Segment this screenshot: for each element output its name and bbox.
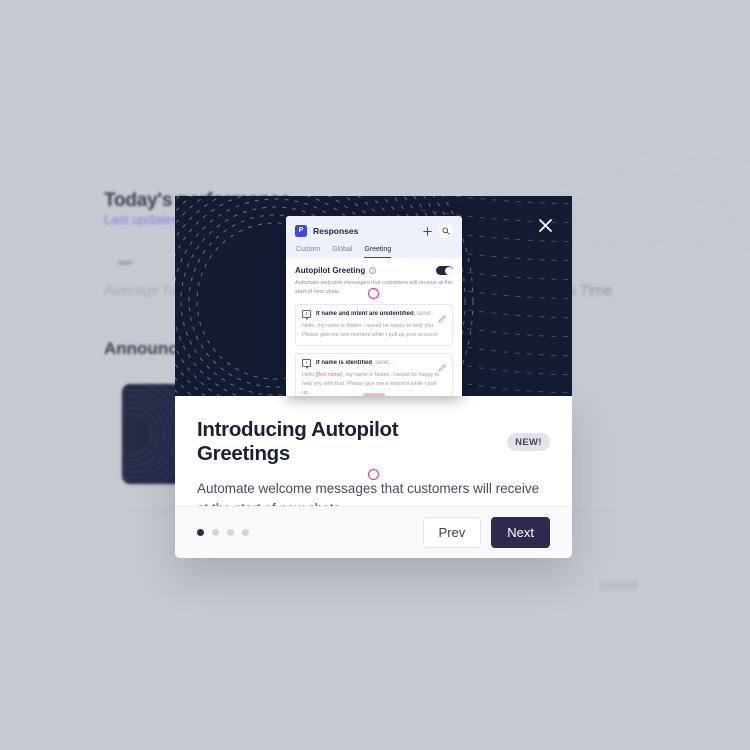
onboarding-modal: Introducing Autopilot Greetings NEW! Aut…: [175, 396, 572, 558]
pagination-dot-2[interactable]: [212, 529, 219, 536]
modal-title-row: Introducing Autopilot Greetings NEW!: [197, 418, 550, 466]
response-item-header: 1 If name and intent are unidentified, s…: [302, 309, 446, 323]
background-kpi-placeholder: [118, 261, 132, 265]
page-title: Introducing Autopilot Greetings: [197, 418, 399, 465]
response-item[interactable]: 1 If name and intent are unidentified, s…: [295, 303, 453, 346]
pencil-icon[interactable]: [438, 310, 446, 323]
response-item-body: Hello, my name is Mateo. I would be happ…: [302, 322, 439, 338]
inner-app-header-row: P Responses: [295, 224, 453, 238]
close-button[interactable]: [534, 214, 556, 236]
autopilot-greeting-row: Autopilot Greeting ?: [295, 266, 453, 275]
pencil-icon[interactable]: [438, 359, 446, 372]
pagination-dot-1[interactable]: [197, 529, 204, 536]
response-condition-text: If name and intent are unidentified: [316, 310, 414, 317]
next-button[interactable]: Next: [491, 517, 550, 548]
response-item-condition: If name and intent are unidentified, sen…: [316, 311, 433, 317]
autopilot-greeting-title: Autopilot Greeting: [295, 266, 366, 275]
modal-content: Introducing Autopilot Greetings NEW! Aut…: [175, 396, 572, 516]
modal-footer-buttons: Prev Next: [422, 517, 550, 548]
autopilot-greeting-description: Automate welcome messages that customers…: [295, 280, 453, 295]
info-icon[interactable]: ?: [369, 267, 377, 274]
response-condition-suffix: , send...: [372, 359, 394, 366]
inner-app-tabs: Custom Global Greeting: [295, 246, 453, 258]
response-condition-suffix: , send...: [413, 310, 433, 317]
close-icon: [538, 218, 552, 232]
scroll-indicator[interactable]: [363, 393, 385, 396]
response-item[interactable]: 1 If name is identified, send... Hello […: [295, 352, 453, 396]
pagination-dot-3[interactable]: [227, 529, 234, 536]
inner-app-header: P Responses Custom Global Greeting: [286, 216, 462, 258]
search-icon[interactable]: [439, 224, 453, 238]
background-placeholder-block: [600, 580, 638, 590]
pagination-dot-4[interactable]: [242, 529, 249, 536]
modal-footer: Prev Next: [175, 506, 572, 558]
inner-product-screenshot: P Responses Custom Global Greeting Autop…: [286, 216, 462, 396]
prev-button[interactable]: Prev: [422, 517, 482, 548]
inner-app-body: Autopilot Greeting ? Automate welcome me…: [286, 258, 462, 396]
app-logo-icon: P: [295, 225, 307, 237]
response-body-prefix: Hello: [302, 371, 316, 378]
response-condition-text: If name is identified: [316, 359, 373, 366]
status-badge: NEW!: [507, 433, 550, 451]
pagination-dots: [197, 529, 249, 536]
response-item-condition: If name is identified, send...: [316, 360, 433, 366]
inner-app-title: Responses: [313, 226, 359, 236]
response-item-header: 1 If name is identified, send...: [302, 358, 446, 372]
chat-bubble-icon: 1: [302, 309, 311, 320]
chat-bubble-icon: 1: [302, 358, 311, 369]
tab-greeting[interactable]: Greeting: [364, 246, 392, 258]
tab-custom[interactable]: Custom: [296, 246, 320, 258]
response-body-variable: [first name]: [315, 371, 343, 378]
plus-icon[interactable]: [421, 225, 433, 237]
tab-global[interactable]: Global: [332, 246, 352, 258]
autopilot-greeting-toggle[interactable]: [436, 266, 453, 275]
